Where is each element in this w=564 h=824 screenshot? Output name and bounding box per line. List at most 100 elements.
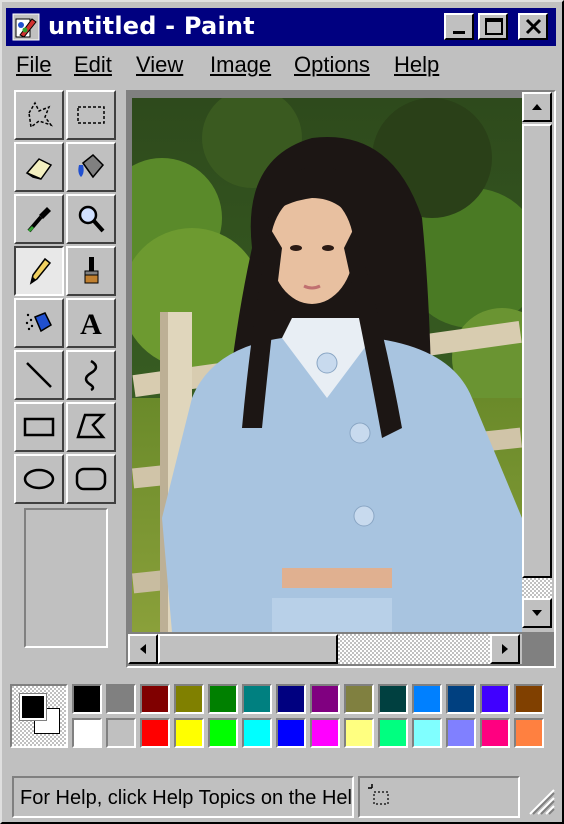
menu-edit-label: Edit — [74, 52, 112, 77]
curve-icon — [84, 359, 98, 391]
maximize-button[interactable] — [478, 13, 508, 40]
photo-drawing — [132, 98, 522, 632]
arrow-left-icon — [140, 644, 146, 654]
arrow-up-icon — [532, 104, 542, 110]
palette-color-swatch[interactable] — [344, 718, 374, 748]
arrow-down-icon — [532, 610, 542, 616]
current-colors[interactable] — [10, 684, 68, 748]
vertical-scroll-track[interactable] — [522, 578, 552, 598]
selection-size-icon — [368, 784, 389, 805]
palette-color-swatch[interactable] — [412, 684, 442, 714]
menu-help-label: Help — [394, 52, 440, 77]
palette-color-swatch[interactable] — [72, 684, 102, 714]
canvas-image[interactable] — [132, 98, 522, 632]
menu-bar: File Edit View Image Options Help — [6, 50, 556, 84]
palette-color-swatch[interactable] — [276, 718, 306, 748]
tool-pick-color[interactable] — [14, 194, 64, 244]
resize-grip-icon[interactable] — [524, 784, 556, 816]
palette-color-swatch[interactable] — [310, 684, 340, 714]
palette-color-swatch[interactable] — [106, 684, 136, 714]
menu-image[interactable]: Image — [210, 52, 271, 78]
palette-color-swatch[interactable] — [446, 684, 476, 714]
palette-color-swatch[interactable] — [276, 684, 306, 714]
scroll-left-button[interactable] — [128, 634, 158, 664]
text-icon: A — [80, 308, 102, 339]
vertical-scroll-thumb[interactable] — [522, 124, 552, 578]
tool-rect-select[interactable] — [66, 90, 116, 140]
palette-color-swatch[interactable] — [208, 684, 238, 714]
status-bar: For Help, click Help Topics on the Help … — [6, 772, 558, 820]
menu-help[interactable]: Help — [394, 52, 439, 78]
status-help-text: For Help, click Help Topics on the Help … — [20, 787, 352, 809]
tool-options-box[interactable] — [24, 508, 108, 648]
tool-pencil[interactable] — [14, 246, 64, 296]
rounded-rectangle-icon — [75, 467, 107, 491]
tool-brush[interactable] — [66, 246, 116, 296]
palette-color-swatch[interactable] — [480, 718, 510, 748]
palette-color-swatch[interactable] — [378, 684, 408, 714]
eraser-icon — [25, 158, 53, 180]
palette-color-swatch[interactable] — [344, 684, 374, 714]
airbrush-icon — [25, 312, 52, 333]
palette-color-swatch[interactable] — [208, 718, 238, 748]
rectangle-icon — [23, 417, 55, 437]
canvas-area — [126, 90, 556, 668]
scroll-right-button[interactable] — [490, 634, 520, 664]
palette-color-swatch[interactable] — [514, 684, 544, 714]
tool-line[interactable] — [14, 350, 64, 400]
rect-select-icon — [77, 106, 105, 124]
palette-color-swatch[interactable] — [174, 684, 204, 714]
brush-icon — [84, 257, 99, 284]
tool-free-form-select[interactable] — [14, 90, 64, 140]
tool-rounded-rectangle[interactable] — [66, 454, 116, 504]
palette-color-swatch[interactable] — [72, 718, 102, 748]
pencil-icon — [29, 257, 52, 285]
foreground-color-swatch[interactable] — [19, 693, 47, 721]
vertical-scrollbar[interactable] — [522, 92, 554, 632]
close-button[interactable] — [518, 13, 548, 40]
menu-file[interactable]: File — [16, 52, 51, 78]
palette-color-swatch[interactable] — [480, 684, 510, 714]
palette-color-swatch[interactable] — [446, 718, 476, 748]
minimize-button[interactable] — [444, 13, 474, 40]
tool-ellipse[interactable] — [14, 454, 64, 504]
tool-airbrush[interactable] — [14, 298, 64, 348]
tool-fill[interactable] — [66, 142, 116, 192]
minimize-icon — [453, 31, 465, 34]
tool-text[interactable]: A — [66, 298, 116, 348]
status-text-panel: For Help, click Help Topics on the Help … — [12, 776, 354, 818]
palette-color-swatch[interactable] — [106, 718, 136, 748]
menu-edit[interactable]: Edit — [74, 52, 112, 78]
close-icon — [525, 18, 542, 35]
palette-color-swatch[interactable] — [412, 718, 442, 748]
window-title: untitled - Paint — [48, 12, 255, 40]
maximize-icon — [485, 18, 503, 35]
polygon-icon — [76, 413, 107, 439]
menu-options-label: Options — [294, 52, 370, 77]
tool-curve[interactable] — [66, 350, 116, 400]
palette-color-swatch[interactable] — [310, 718, 340, 748]
menu-options[interactable]: Options — [294, 52, 370, 78]
title-bar[interactable]: untitled - Paint — [6, 8, 556, 46]
palette-color-swatch[interactable] — [514, 718, 544, 748]
fill-bucket-icon — [78, 153, 105, 179]
tool-rectangle[interactable] — [14, 402, 64, 452]
palette-color-swatch[interactable] — [174, 718, 204, 748]
palette-color-swatch[interactable] — [140, 684, 170, 714]
palette-color-swatch[interactable] — [140, 718, 170, 748]
palette-color-swatch[interactable] — [378, 718, 408, 748]
scroll-down-button[interactable] — [522, 598, 552, 628]
tool-polygon[interactable] — [66, 402, 116, 452]
tool-magnifier[interactable] — [66, 194, 116, 244]
horizontal-scrollbar[interactable] — [128, 634, 522, 664]
horizontal-scroll-thumb[interactable] — [158, 634, 338, 664]
color-palette — [6, 680, 558, 752]
menu-view[interactable]: View — [136, 52, 183, 78]
palette-color-swatch[interactable] — [242, 684, 272, 714]
scroll-up-button[interactable] — [522, 92, 552, 122]
tool-box: A — [12, 88, 120, 656]
horizontal-scroll-track[interactable] — [338, 634, 490, 664]
paint-window: untitled - Paint File Edit View Image Op… — [0, 0, 564, 824]
palette-color-swatch[interactable] — [242, 718, 272, 748]
tool-eraser[interactable] — [14, 142, 64, 192]
